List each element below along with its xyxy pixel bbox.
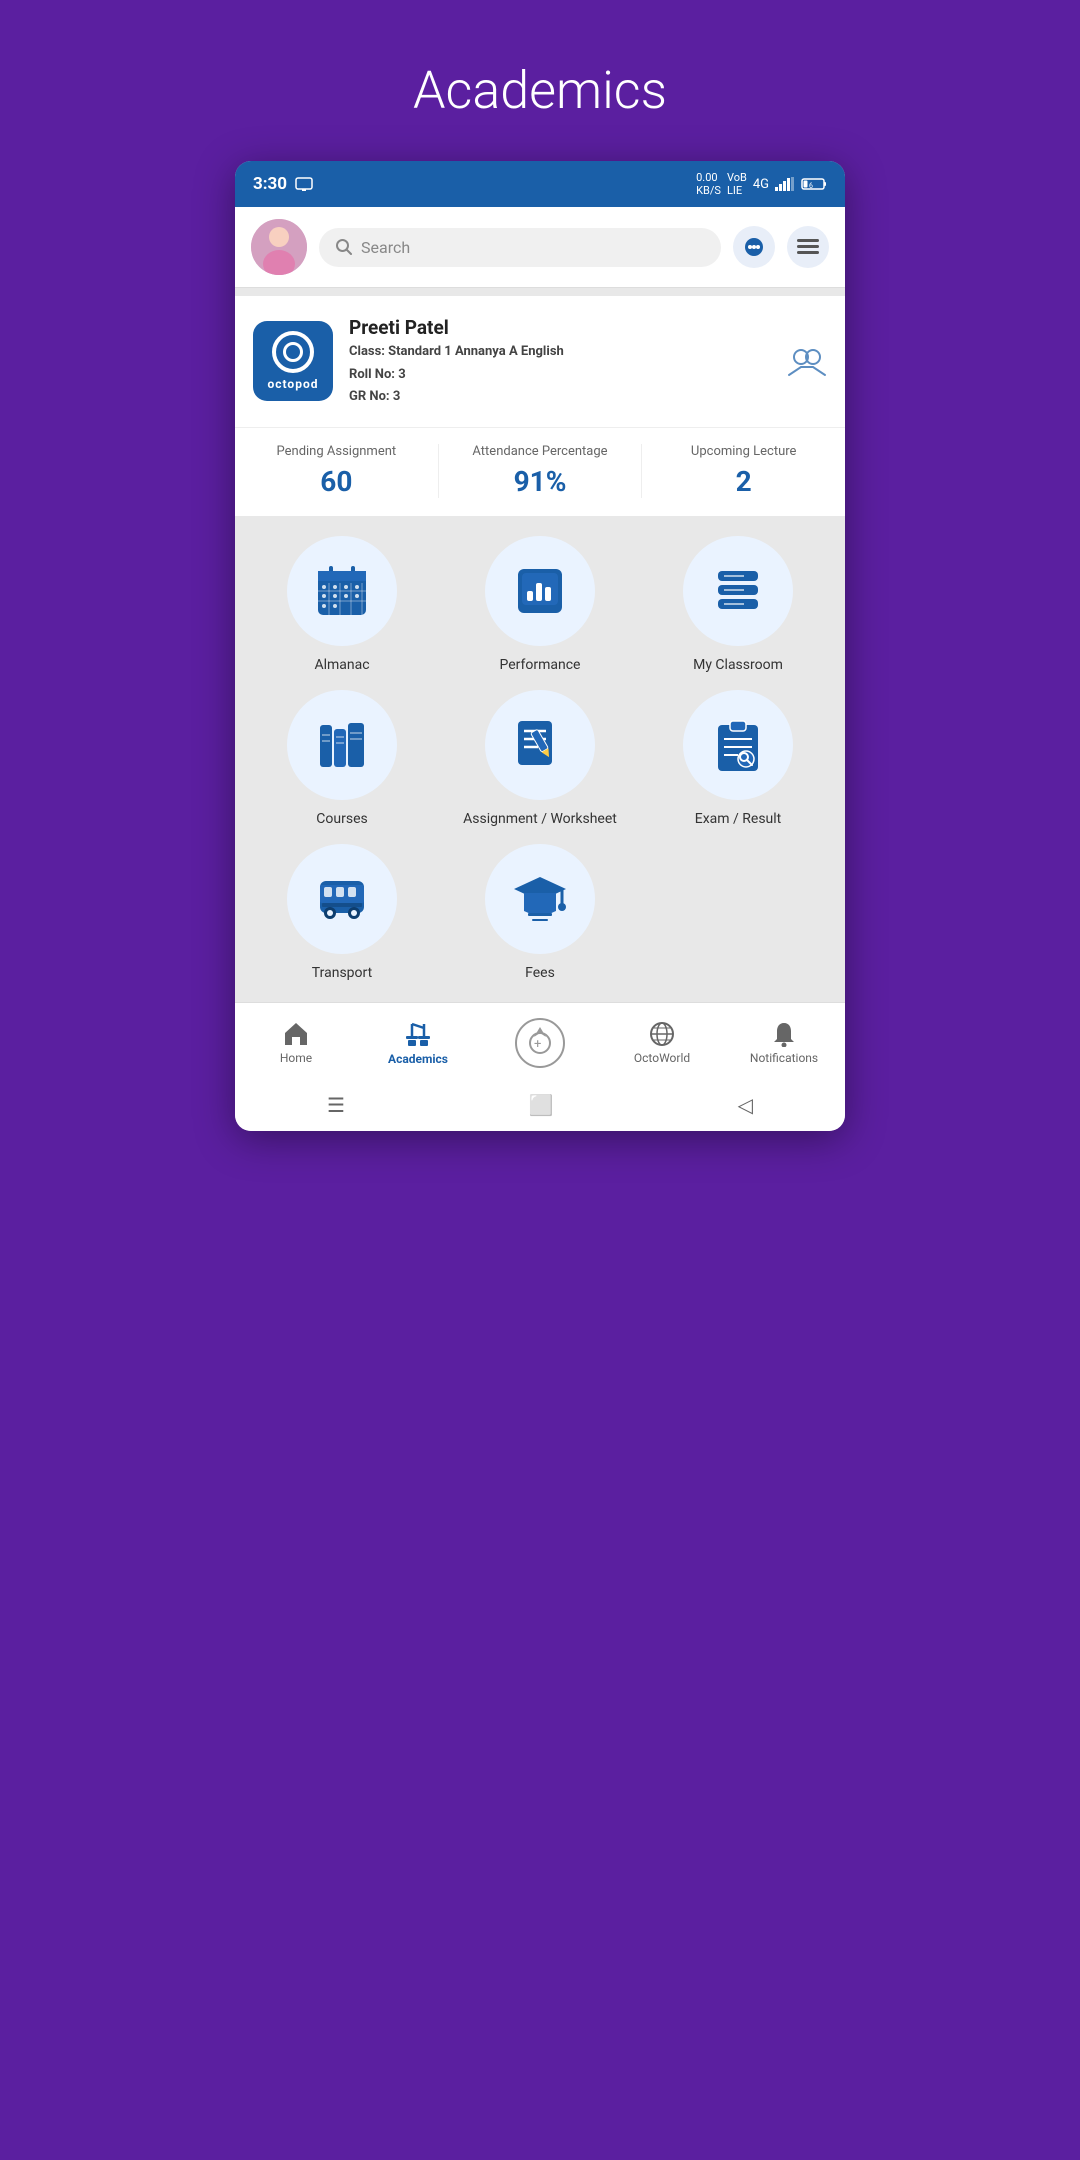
grid-section: Almanac Performance: [235, 516, 845, 1003]
courses-icon-circle: [287, 690, 397, 800]
exam-icon: [708, 715, 768, 775]
exam-icon-circle: [683, 690, 793, 800]
bottom-nav-notifications-label: Notifications: [750, 1051, 818, 1065]
stats-row: Pending Assignment 60 Attendance Percent…: [235, 427, 845, 516]
page-title: Academics: [0, 0, 1080, 161]
home-sys-icon[interactable]: ⬜: [529, 1093, 554, 1117]
avatar[interactable]: [251, 219, 307, 275]
search-bar[interactable]: Search: [319, 228, 721, 267]
almanac-label: Almanac: [314, 656, 369, 674]
center-icon: +: [514, 1017, 566, 1069]
courses-label: Courses: [316, 810, 367, 828]
profile-roll: Roll No: 3: [349, 365, 771, 385]
top-nav: Search: [235, 207, 845, 288]
octoworld-icon: [649, 1021, 675, 1047]
screen-icon: [295, 177, 313, 191]
transport-label: Transport: [312, 964, 372, 982]
status-bar: 3:30 0.00KB/S VoBLIE 4G 6: [235, 161, 845, 207]
grid-item-courses[interactable]: Courses: [251, 690, 433, 828]
assignment-label: Assignment / Worksheet: [463, 810, 617, 828]
grid-item-fees[interactable]: Fees: [449, 844, 631, 982]
exam-label: Exam / Result: [695, 810, 782, 828]
almanac-icon: [312, 561, 372, 621]
svg-text:6: 6: [809, 182, 813, 190]
profile-gr: GR No: 3: [349, 387, 771, 407]
stat-attendance-label: Attendance Percentage: [439, 444, 642, 459]
assignment-icon-circle: [485, 690, 595, 800]
my-classroom-icon: [708, 561, 768, 621]
menu-icon: [797, 239, 819, 255]
bottom-nav-center[interactable]: +: [505, 1017, 575, 1069]
stat-attendance: Attendance Percentage 91%: [438, 444, 642, 498]
stat-attendance-value: 91%: [439, 465, 642, 498]
grid-item-performance[interactable]: Performance: [449, 536, 631, 674]
grid-item-almanac[interactable]: Almanac: [251, 536, 433, 674]
my-classroom-label: My Classroom: [693, 656, 783, 674]
transport-icon-circle: [287, 844, 397, 954]
courses-icon: [312, 715, 372, 775]
fees-label: Fees: [525, 964, 555, 982]
status-right: 0.00KB/S VoBLIE 4G 6: [696, 171, 827, 197]
fees-icon: [510, 869, 570, 929]
search-icon: [335, 238, 353, 256]
performance-label: Performance: [500, 656, 581, 674]
bottom-nav-academics[interactable]: Academics: [383, 1020, 453, 1066]
chat-button[interactable]: [733, 226, 775, 268]
svg-text:+: +: [534, 1037, 541, 1052]
bottom-nav-notifications[interactable]: Notifications: [749, 1021, 819, 1065]
almanac-icon-circle: [287, 536, 397, 646]
grid-item-transport[interactable]: Transport: [251, 844, 433, 982]
bottom-nav-home-label: Home: [280, 1051, 312, 1065]
chat-icon: [743, 236, 765, 258]
battery-icon: 6: [801, 177, 827, 191]
academics-icon: [404, 1020, 432, 1048]
octopod-logo: octopod: [253, 321, 333, 401]
performance-icon: [510, 561, 570, 621]
stat-lecture: Upcoming Lecture 2: [641, 444, 845, 498]
signal-icon: [775, 177, 795, 191]
bottom-nav-octoworld-label: OctoWorld: [634, 1051, 690, 1065]
profile-info: Preeti Patel Class: Standard 1 Annanya A…: [349, 316, 771, 407]
grid-item-my-classroom[interactable]: My Classroom: [647, 536, 829, 674]
search-placeholder: Search: [361, 238, 410, 257]
profile-name: Preeti Patel: [349, 316, 771, 339]
transport-icon: [312, 869, 372, 929]
grid: Almanac Performance: [251, 536, 829, 983]
bottom-nav-home[interactable]: Home: [261, 1021, 331, 1065]
bottom-nav-octoworld[interactable]: OctoWorld: [627, 1021, 697, 1065]
notifications-icon: [771, 1021, 797, 1047]
profile-class: Class: Standard 1 Annanya A English: [349, 342, 771, 362]
grid-item-assignment[interactable]: Assignment / Worksheet: [449, 690, 631, 828]
avatar-image: [251, 219, 307, 275]
profile-card: octopod Preeti Patel Class: Standard 1 A…: [235, 296, 845, 427]
menu-button[interactable]: [787, 226, 829, 268]
home-icon: [283, 1021, 309, 1047]
stat-pending-value: 60: [235, 465, 438, 498]
my-classroom-icon-circle: [683, 536, 793, 646]
group-icon: [787, 345, 827, 377]
system-nav: ☰ ⬜ ◁: [235, 1079, 845, 1131]
back-sys-icon[interactable]: ◁: [738, 1093, 753, 1117]
stat-lecture-value: 2: [642, 465, 845, 498]
stat-lecture-label: Upcoming Lecture: [642, 444, 845, 459]
bottom-nav-academics-label: Academics: [388, 1052, 448, 1066]
bottom-nav: Home Academics +: [235, 1002, 845, 1079]
stat-pending-label: Pending Assignment: [235, 444, 438, 459]
menu-sys-icon[interactable]: ☰: [327, 1093, 345, 1117]
stat-pending: Pending Assignment 60: [235, 444, 438, 498]
phone-frame: 3:30 0.00KB/S VoBLIE 4G 6: [235, 161, 845, 1131]
fees-icon-circle: [485, 844, 595, 954]
performance-icon-circle: [485, 536, 595, 646]
assignment-icon: [510, 715, 570, 775]
status-time: 3:30: [253, 174, 313, 194]
grid-item-exam[interactable]: Exam / Result: [647, 690, 829, 828]
